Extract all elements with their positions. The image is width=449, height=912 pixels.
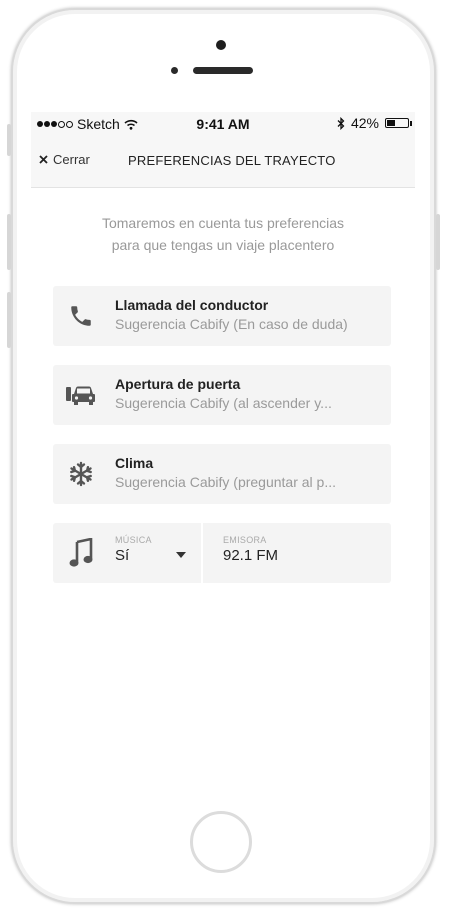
intro-text: Tomaremos en cuenta tus preferencias par… [31,212,415,256]
preference-subtitle: Sugerencia Cabify (preguntar al p... [115,474,337,490]
status-right: 42% [337,115,412,131]
close-button[interactable]: Cerrar [39,152,90,167]
preference-title: Llamada del conductor [115,297,269,313]
bluetooth-icon [337,116,345,130]
front-camera [216,40,226,50]
volume-down-button [7,292,11,348]
music-note-icon [65,536,97,570]
phone-icon [65,300,97,332]
status-bar: Sketch 9:41 AM 42% [31,112,415,136]
music-value: Sí [115,547,130,564]
preference-driver-call[interactable]: Llamada del conductor Sugerencia Cabify … [53,286,391,346]
music-select[interactable]: MÚSICA Sí [53,523,201,583]
close-icon [39,155,48,164]
battery-percent: 42% [350,115,379,131]
status-left: Sketch [37,116,138,132]
battery-icon [385,118,412,128]
page-title: PREFERENCIAS DEL TRAYECTO [128,153,336,168]
navigation-bar: Cerrar PREFERENCIAS DEL TRAYECTO [31,136,415,188]
preference-door-opening[interactable]: Apertura de puerta Sugerencia Cabify (al… [53,365,391,425]
car-door-icon [65,379,97,411]
power-button [436,214,440,270]
carrier-name: Sketch [77,116,120,132]
preference-climate[interactable]: Clima Sugerencia Cabify (preguntar al p.… [53,444,391,504]
preference-title: Clima [115,455,154,471]
preference-subtitle: Sugerencia Cabify (al ascender y... [115,395,332,411]
music-row: MÚSICA Sí EMISORA 92.1 FM [53,523,391,583]
music-label: MÚSICA [115,535,152,545]
intro-line-1: Tomaremos en cuenta tus preferencias [101,215,344,231]
preference-subtitle: Sugerencia Cabify (En caso de duda) [115,316,348,332]
earpiece-speaker [193,67,253,74]
proximity-sensor [171,67,178,74]
wifi-icon [124,119,138,130]
station-label: EMISORA [223,535,267,545]
battery-level [387,120,396,126]
intro-line-2: para que tengas un viaje placentero [111,237,335,253]
signal-strength-icon [37,120,73,128]
mute-switch [7,124,11,156]
station-value: 92.1 FM [223,547,279,564]
station-field[interactable]: EMISORA 92.1 FM [203,523,391,583]
snowflake-icon [65,458,97,490]
home-button[interactable] [190,811,252,873]
preference-title: Apertura de puerta [115,376,241,392]
chevron-down-icon [176,552,186,558]
close-label: Cerrar [53,152,90,167]
volume-up-button [7,214,11,270]
screen: Sketch 9:41 AM 42% Cerrar PREFERENCIAS D… [31,112,415,788]
